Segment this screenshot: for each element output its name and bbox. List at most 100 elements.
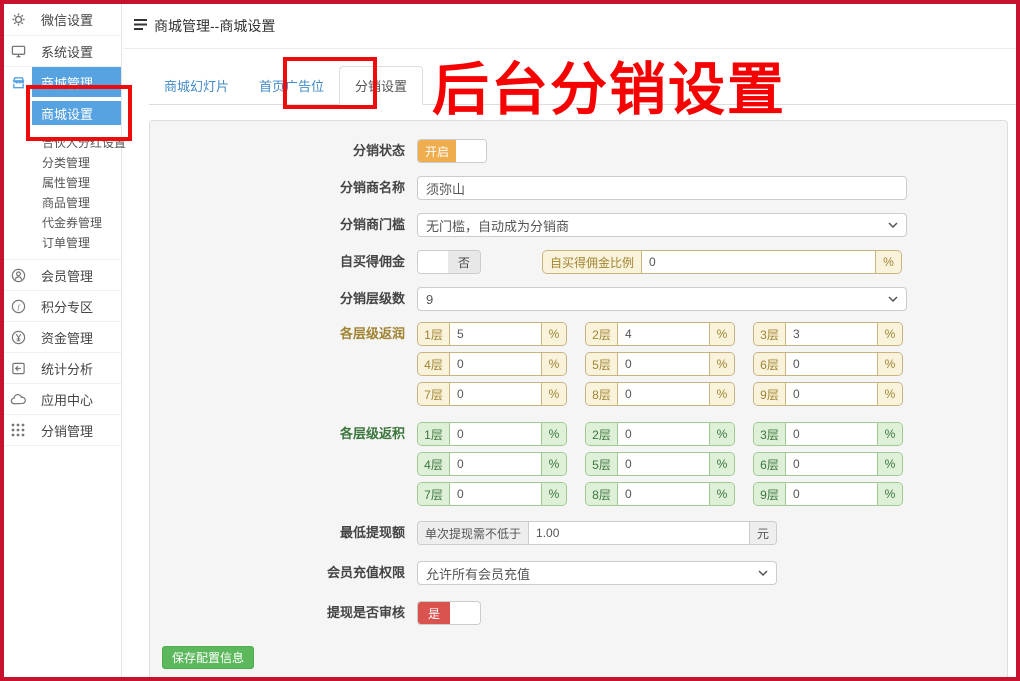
percent-suffix: % — [878, 323, 902, 345]
profit-layer-group: 1层 % — [417, 322, 567, 346]
profit-layer-group: 3层 % — [753, 322, 903, 346]
layer-label: 7层 — [418, 483, 449, 505]
field-label: 会员充值权限 — [162, 561, 417, 585]
sidebar-item-product-management[interactable]: 商品管理 — [4, 193, 121, 213]
sidebar-item-system-settings[interactable]: 系统设置 — [4, 35, 121, 66]
toggle-off-label: 否 — [448, 251, 480, 273]
select-value: 9 — [426, 292, 882, 307]
sidebar-item-wechat-settings[interactable]: 微信设置 — [4, 4, 121, 35]
layer-value-input[interactable] — [785, 323, 878, 345]
withdraw-audit-toggle[interactable]: 是 — [417, 601, 481, 625]
distributor-name-input[interactable] — [417, 176, 907, 200]
distribution-status-toggle[interactable]: 开启 — [417, 139, 487, 163]
form-row-profit-layers: 各层级返润 1层 % 2层 % — [162, 322, 995, 406]
sidebar-item-statistics[interactable]: 统计分析 — [4, 352, 121, 383]
points-layer-group: 5层 % — [585, 452, 735, 476]
toggle-on-label: 是 — [418, 602, 450, 624]
layer-row: 4层 % 5层 % 6层 — [417, 352, 903, 376]
layer-value-input[interactable] — [617, 323, 710, 345]
sidebar-item-label: 微信设置 — [32, 4, 121, 35]
tab-mall-slideshow[interactable]: 商城幻灯片 — [149, 67, 244, 104]
layer-row: 1层 % 2层 % 3层 — [417, 322, 903, 346]
layer-value-input[interactable] — [449, 383, 542, 405]
layer-value-input[interactable] — [449, 353, 542, 375]
points-layer-grid: 1层 % 2层 % 3层 — [417, 422, 903, 506]
page-header: 商城管理--商城设置 — [123, 4, 1016, 49]
layer-label: 1层 — [418, 323, 449, 345]
sidebar-item-category-management[interactable]: 分类管理 — [4, 153, 121, 173]
hamburger-icon[interactable] — [133, 18, 148, 34]
layer-value-input[interactable] — [785, 423, 878, 445]
layer-value-input[interactable] — [785, 483, 878, 505]
layer-value-input[interactable] — [617, 353, 710, 375]
percent-suffix: % — [710, 423, 734, 445]
admin-page: 微信设置 系统设置 商城管理 商城设置 合伙人分红设置 分类管理 属性管理 商品… — [0, 0, 1020, 681]
sidebar-item-mall-management[interactable]: 商城管理 — [4, 66, 121, 97]
monitor-icon — [4, 44, 32, 59]
tab-distribution-settings[interactable]: 分销设置 — [339, 66, 423, 105]
sidebar-item-mall-settings[interactable]: 商城设置 — [32, 101, 121, 125]
sidebar-item-order-management[interactable]: 订单管理 — [4, 233, 121, 253]
recharge-permission-select[interactable]: 允许所有会员充值 — [417, 561, 777, 585]
field-label: 最低提现额 — [162, 521, 417, 545]
percent-suffix: % — [710, 453, 734, 475]
layer-value-input[interactable] — [617, 423, 710, 445]
store-icon — [4, 75, 32, 90]
percent-suffix: % — [878, 483, 902, 505]
layer-value-input[interactable] — [617, 383, 710, 405]
sidebar-item-label: 系统设置 — [32, 36, 121, 66]
layer-value-input[interactable] — [617, 453, 710, 475]
sidebar-item-attribute-management[interactable]: 属性管理 — [4, 173, 121, 193]
yuan-suffix: 元 — [750, 522, 776, 544]
ratio-addon-label: 自买得佣金比例 — [543, 251, 641, 273]
layer-label: 9层 — [754, 383, 785, 405]
layer-value-input[interactable] — [449, 483, 542, 505]
sidebar-item-partner-dividend[interactable]: 合伙人分红设置 — [4, 133, 121, 153]
form-row-self-commission: 自买得佣金 否 自买得佣金比例 % — [162, 250, 995, 274]
min-withdraw-addon: 单次提现需不低于 — [418, 522, 528, 544]
sidebar-item-label: 会员管理 — [32, 260, 121, 290]
sidebar-item-points-zone[interactable]: f 积分专区 — [4, 290, 121, 321]
layer-value-input[interactable] — [449, 323, 542, 345]
points-layer-group: 7层 % — [417, 482, 567, 506]
percent-suffix: % — [542, 423, 566, 445]
layer-label: 8层 — [586, 483, 617, 505]
sidebar-item-member-management[interactable]: 会员管理 — [4, 259, 121, 290]
self-commission-toggle[interactable]: 否 — [417, 250, 481, 274]
toggle-on-segment — [418, 251, 448, 273]
percent-suffix: % — [878, 423, 902, 445]
percent-suffix: % — [542, 353, 566, 375]
layer-label: 6层 — [754, 453, 785, 475]
min-withdraw-input[interactable] — [528, 522, 750, 544]
tab-homepage-ads[interactable]: 首页广告位 — [244, 67, 339, 104]
percent-suffix: % — [878, 453, 902, 475]
profit-layer-group: 9层 % — [753, 382, 903, 406]
layer-value-input[interactable] — [449, 423, 542, 445]
sidebar-item-funds-management[interactable]: 资金管理 — [4, 321, 121, 352]
field-label: 分销状态 — [162, 139, 417, 163]
percent-suffix: % — [878, 383, 902, 405]
toggle-off-segment — [450, 602, 480, 624]
layer-value-input[interactable] — [785, 453, 878, 475]
sidebar-item-distribution-management[interactable]: 分销管理 — [4, 414, 121, 445]
layer-label: 7层 — [418, 383, 449, 405]
layer-value-input[interactable] — [449, 453, 542, 475]
save-config-button[interactable]: 保存配置信息 — [162, 646, 254, 669]
layer-value-input[interactable] — [785, 353, 878, 375]
profit-layer-group: 6层 % — [753, 352, 903, 376]
field-label: 自买得佣金 — [162, 250, 417, 274]
layer-label: 3层 — [754, 423, 785, 445]
form-row-audit: 提现是否审核 是 — [162, 601, 995, 625]
layer-value-input[interactable] — [617, 483, 710, 505]
self-commission-ratio-input[interactable] — [641, 251, 876, 273]
threshold-select[interactable]: 无门槛，自动成为分销商 — [417, 213, 907, 237]
field-label: 各层级返积 — [162, 422, 417, 446]
layer-value-input[interactable] — [785, 383, 878, 405]
layer-label: 5层 — [586, 453, 617, 475]
sidebar-item-voucher-management[interactable]: 代金券管理 — [4, 213, 121, 233]
points-icon: f — [4, 299, 32, 314]
levels-select[interactable]: 9 — [417, 287, 907, 311]
sidebar-item-app-center[interactable]: 应用中心 — [4, 383, 121, 414]
percent-suffix: % — [542, 323, 566, 345]
points-layer-group: 8层 % — [585, 482, 735, 506]
